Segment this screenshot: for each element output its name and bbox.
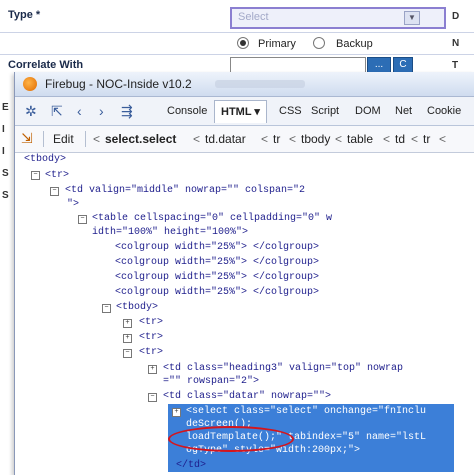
collapse-toggle-icon[interactable]: − xyxy=(31,171,40,180)
tree-node[interactable]: <tbody> xyxy=(24,154,66,165)
expand-toggle-icon[interactable]: + xyxy=(123,334,132,343)
tree-node[interactable]: <tr> xyxy=(139,332,163,343)
tree-node[interactable]: <tr> xyxy=(45,170,69,181)
tree-node: ="" rowspan="2"> xyxy=(163,376,260,387)
tree-node[interactable]: <table cellspacing="0" cellpadding="0" w xyxy=(92,213,332,224)
tree-node[interactable]: <colgroup width="25%"> </colgroup> xyxy=(115,272,319,283)
expand-toggle-icon[interactable]: + xyxy=(148,365,157,374)
tree-node: idth="100%" height="100%"> xyxy=(92,227,249,238)
highlight-oval-annotation xyxy=(168,426,294,452)
collapse-toggle-icon[interactable]: − xyxy=(148,393,157,402)
tree-node[interactable]: <colgroup width="25%"> </colgroup> xyxy=(115,242,319,253)
tree-node[interactable]: <td valign="middle" nowrap="" colspan="2 xyxy=(65,185,305,196)
tree-node[interactable]: <tr> xyxy=(139,347,163,358)
tree-node: "> xyxy=(67,199,80,210)
expand-toggle-icon[interactable]: + xyxy=(172,408,181,417)
tree-node[interactable]: <colgroup width="25%"> </colgroup> xyxy=(115,287,319,298)
collapse-toggle-icon[interactable]: − xyxy=(102,304,111,313)
collapse-toggle-icon[interactable]: − xyxy=(78,215,87,224)
collapse-toggle-icon[interactable]: − xyxy=(123,349,132,358)
tree-node[interactable]: <td class="datar" nowrap=""> xyxy=(163,391,331,402)
tree-node[interactable]: <tr> xyxy=(139,317,163,328)
collapse-toggle-icon[interactable]: − xyxy=(50,187,59,196)
expand-toggle-icon[interactable]: + xyxy=(123,319,132,328)
selected-node-line: <select class="select" onchange="fnInclu xyxy=(186,406,427,417)
tree-node[interactable]: <td class="heading3" valign="top" nowrap xyxy=(163,363,403,374)
tree-node[interactable]: <tbody> xyxy=(116,302,158,313)
tree-node[interactable]: </td> xyxy=(176,460,206,471)
tree-node[interactable]: <colgroup width="25%"> </colgroup> xyxy=(115,257,319,268)
html-tree: <tbody> − <tr> − <td valign="middle" now… xyxy=(0,0,474,475)
